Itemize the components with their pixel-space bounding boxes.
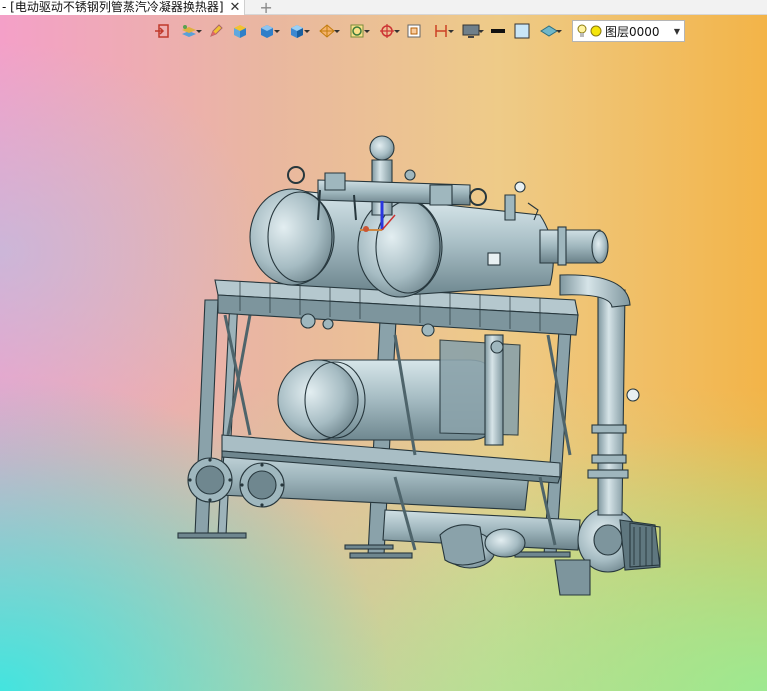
- heat-exchanger-model[interactable]: [0, 15, 767, 691]
- close-tab-icon[interactable]: ✕: [230, 0, 241, 15]
- tab-bar: - [电动驱动不锈钢列管蒸汽冷凝器换热器] ✕ +: [0, 0, 767, 15]
- 3d-viewport[interactable]: 图层0000 ▼: [0, 15, 767, 691]
- document-tab-title: - [电动驱动不锈钢列管蒸汽冷凝器换热器]: [2, 0, 224, 14]
- document-tab[interactable]: - [电动驱动不锈钢列管蒸汽冷凝器换热器] ✕: [0, 0, 246, 15]
- add-tab-icon[interactable]: +: [259, 0, 272, 15]
